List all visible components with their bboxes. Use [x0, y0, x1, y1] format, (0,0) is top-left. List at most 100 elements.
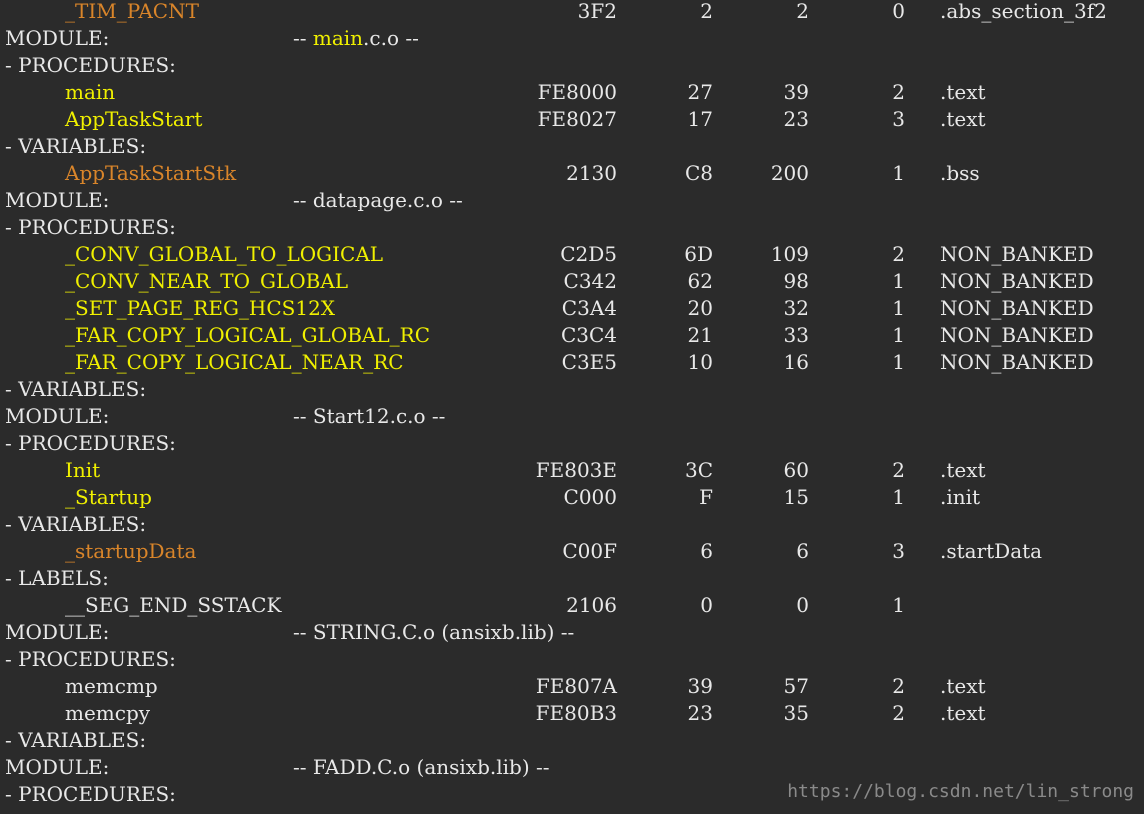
symbol-size-dec: 39: [783, 80, 809, 104]
symbol-section: NON_BANKED: [940, 269, 1094, 293]
section-header: - PROCEDURES:: [0, 430, 1144, 457]
symbol-size-hex: 2: [700, 0, 713, 23]
symbol-name: AppTaskStart: [65, 107, 203, 131]
symbol-size-dec: 33: [783, 323, 809, 347]
symbol-name: Init: [65, 458, 101, 482]
symbol-size-dec: 57: [783, 674, 809, 698]
section-header-label: - PROCEDURES:: [5, 782, 176, 806]
symbol-refs: 1: [892, 593, 905, 617]
symbol-refs: 1: [892, 350, 905, 374]
symbol-size-hex: 23: [687, 701, 713, 725]
symbol-name: _FAR_COPY_LOGICAL_GLOBAL_RC: [65, 323, 431, 347]
section-header: - PROCEDURES:: [0, 52, 1144, 79]
module-line: MODULE: -- FADD.C.o (ansixb.lib) --: [0, 754, 1144, 781]
module-name-rest: -- Start12.c.o --: [293, 404, 446, 428]
symbol-refs: 1: [892, 161, 905, 185]
symbol-size-dec: 15: [783, 485, 809, 509]
section-header: - LABELS:: [0, 565, 1144, 592]
symbol-address: C00F: [562, 539, 617, 563]
section-header-label: - VARIABLES:: [5, 512, 147, 536]
map-file-viewer[interactable]: _TIM_PACNT 3F2 2 2 0 .abs_section_3f2 MODULE: -…: [0, 0, 1144, 814]
symbol-address: C2D5: [560, 242, 617, 266]
module-line: MODULE: -- main.c.o --: [0, 25, 1144, 52]
module-name-rest: .c.o --: [363, 26, 419, 50]
watermark-text: https://blog.csdn.net/lin_strong: [787, 781, 1134, 802]
module-label: MODULE:: [5, 26, 110, 50]
symbol-size-dec: 0: [796, 593, 809, 617]
module-label: MODULE:: [5, 755, 110, 779]
symbol-section: .text: [940, 458, 986, 482]
section-header-label: - VARIABLES:: [5, 728, 147, 752]
module-name: -- STRING.C.o (ansixb.lib) --: [293, 619, 574, 646]
symbol-size-dec: 23: [783, 107, 809, 131]
module-name: -- Start12.c.o --: [293, 403, 445, 430]
module-label: MODULE:: [5, 404, 110, 428]
symbol-size-dec: 2: [796, 0, 809, 23]
symbol-address: 2106: [566, 593, 617, 617]
symbol-refs: 2: [892, 80, 905, 104]
symbol-size-dec: 35: [783, 701, 809, 725]
section-header-label: - PROCEDURES:: [5, 431, 176, 455]
symbol-section: .text: [940, 701, 986, 725]
symbol-row: _TIM_PACNT 3F2 2 2 0 .abs_section_3f2: [0, 0, 1144, 25]
symbol-address: FE80B3: [535, 701, 617, 725]
symbol-address: C3E5: [561, 350, 617, 374]
symbol-row: Init FE803E 3C 60 2 .text: [0, 457, 1144, 484]
symbol-name: _startupData: [65, 539, 197, 563]
module-name-prefix: --: [293, 26, 313, 50]
section-header: - VARIABLES:: [0, 511, 1144, 538]
symbol-address: C342: [563, 269, 617, 293]
symbol-name: _FAR_COPY_LOGICAL_NEAR_RC: [65, 350, 404, 374]
symbol-size-dec: 16: [783, 350, 809, 374]
symbol-row: _Startup C000 F 15 1 .init: [0, 484, 1144, 511]
symbol-address: C3C4: [560, 323, 617, 347]
symbol-section: NON_BANKED: [940, 350, 1094, 374]
symbol-name: main: [65, 80, 116, 104]
symbol-address: FE807A: [535, 674, 617, 698]
symbol-size-hex: 6D: [684, 242, 713, 266]
symbol-size-dec: 60: [783, 458, 809, 482]
symbol-size-hex: C8: [684, 161, 713, 185]
symbol-row: main FE8000 27 39 2 .text: [0, 79, 1144, 106]
symbol-row: AppTaskStart FE8027 17 23 3 .text: [0, 106, 1144, 133]
symbol-section: .startData: [940, 539, 1043, 563]
symbol-size-hex: 27: [687, 80, 713, 104]
symbol-name: _SET_PAGE_REG_HCS12X: [65, 296, 336, 320]
symbol-address: FE803E: [535, 458, 617, 482]
symbol-size-hex: 10: [687, 350, 713, 374]
symbol-row: _startupData C00F 6 6 3 .startData: [0, 538, 1144, 565]
symbol-section: NON_BANKED: [940, 323, 1094, 347]
symbol-size-dec: 98: [783, 269, 809, 293]
module-line: MODULE: -- Start12.c.o --: [0, 403, 1144, 430]
symbol-section: .init: [940, 485, 981, 509]
section-header-label: - LABELS:: [5, 566, 109, 590]
symbol-size-hex: F: [699, 485, 713, 509]
module-name-rest: -- datapage.c.o --: [293, 188, 463, 212]
symbol-refs: 3: [892, 539, 905, 563]
section-header-label: - PROCEDURES:: [5, 215, 176, 239]
module-line: MODULE: -- STRING.C.o (ansixb.lib) --: [0, 619, 1144, 646]
symbol-address: 3F2: [577, 0, 617, 23]
section-header: - PROCEDURES:: [0, 646, 1144, 673]
section-header-label: - PROCEDURES:: [5, 53, 176, 77]
symbol-name: memcpy: [65, 701, 151, 725]
symbol-address: 2130: [566, 161, 617, 185]
symbol-size-hex: 17: [687, 107, 713, 131]
symbol-address: C3A4: [561, 296, 617, 320]
symbol-address: FE8027: [537, 107, 617, 131]
module-line: MODULE: -- datapage.c.o --: [0, 187, 1144, 214]
symbol-size-hex: 21: [687, 323, 713, 347]
symbol-size-dec: 109: [770, 242, 809, 266]
symbol-address: FE8000: [537, 80, 617, 104]
symbol-row: memcpy FE80B3 23 35 2 .text: [0, 700, 1144, 727]
section-header: - VARIABLES:: [0, 133, 1144, 160]
symbol-section: .abs_section_3f2: [940, 0, 1107, 23]
symbol-row: _FAR_COPY_LOGICAL_NEAR_RC C3E5 10 16 1 NON_BA…: [0, 349, 1144, 376]
symbol-section: .text: [940, 107, 986, 131]
symbol-name: __SEG_END_SSTACK: [65, 593, 282, 617]
symbol-row: _FAR_COPY_LOGICAL_GLOBAL_RC C3C4 21 33 1 NON_…: [0, 322, 1144, 349]
symbol-name: _TIM_PACNT: [65, 0, 199, 23]
section-header: - VARIABLES:: [0, 727, 1144, 754]
section-header-label: - VARIABLES:: [5, 134, 147, 158]
symbol-name: memcmp: [65, 674, 158, 698]
